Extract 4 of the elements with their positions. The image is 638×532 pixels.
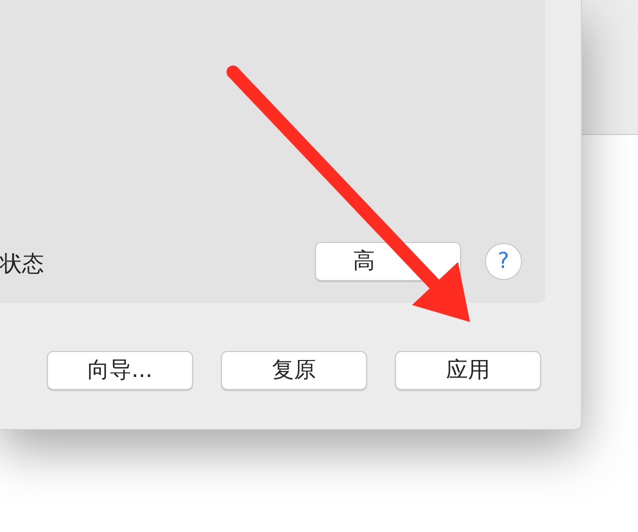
dialog-button[interactable]: 复原 xyxy=(221,351,367,390)
dialog-button[interactable]: 向导... xyxy=(47,351,193,390)
dialog-button[interactable]: 应用 xyxy=(395,351,541,390)
help-button[interactable]: ? xyxy=(485,243,522,280)
